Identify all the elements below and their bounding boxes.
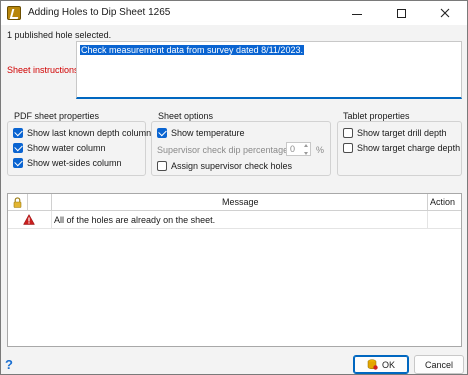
tablet-properties-title: Tablet properties — [343, 111, 410, 121]
sheet-instructions-text: Check measurement data from survey dated… — [80, 45, 304, 55]
checkbox-label: Show last known depth column — [27, 128, 152, 138]
supervisor-pct-value: 0 — [290, 144, 296, 154]
maximize-button[interactable] — [379, 1, 423, 25]
cancel-button[interactable]: Cancel — [414, 355, 464, 374]
checkbox-checked-icon — [13, 143, 23, 153]
minimize-icon — [352, 13, 362, 15]
column-header-action[interactable]: Action — [430, 197, 455, 207]
checkbox-checked-icon — [13, 128, 23, 138]
checkbox-label: Show wet-sides column — [27, 158, 122, 168]
checkbox-checked-icon — [13, 158, 23, 168]
checkbox-unchecked-icon — [343, 128, 353, 138]
assign-supervisor-checkbox[interactable]: Assign supervisor check holes — [157, 161, 292, 171]
warning-icon — [23, 214, 35, 225]
dialog-window: Adding Holes to Dip Sheet 1265 1 publish… — [0, 0, 468, 375]
show-last-known-depth-checkbox[interactable]: Show last known depth column — [13, 128, 151, 138]
minimize-button[interactable] — [335, 1, 379, 25]
show-target-charge-depth-checkbox[interactable]: Show target charge depth — [343, 143, 460, 153]
spin-arrows-icon[interactable] — [302, 144, 309, 155]
checkbox-unchecked-icon — [157, 161, 167, 171]
show-water-column-checkbox[interactable]: Show water column — [13, 143, 106, 153]
message-cell: All of the holes are already on the shee… — [54, 215, 216, 225]
window-title: Adding Holes to Dip Sheet 1265 — [28, 7, 171, 18]
ok-button[interactable]: OK — [353, 355, 409, 374]
sheet-instructions-input[interactable]: Check measurement data from survey dated… — [76, 41, 462, 99]
close-button[interactable] — [423, 1, 467, 25]
close-icon — [440, 8, 450, 18]
cancel-label: Cancel — [424, 359, 453, 370]
selection-status: 1 published hole selected. — [7, 30, 112, 40]
column-header-message[interactable]: Message — [222, 197, 259, 207]
show-target-drill-depth-checkbox[interactable]: Show target drill depth — [343, 128, 447, 138]
show-temperature-checkbox[interactable]: Show temperature — [157, 128, 245, 138]
supervisor-pct-label: Supervisor check dip percentage — [157, 145, 289, 155]
dip-sheet-app-icon — [7, 6, 21, 20]
show-wet-sides-checkbox[interactable]: Show wet-sides column — [13, 158, 122, 168]
checkbox-unchecked-icon — [343, 143, 353, 153]
table-row[interactable]: All of the holes are already on the shee… — [8, 211, 461, 229]
help-icon[interactable]: ? — [5, 358, 17, 371]
database-icon — [367, 359, 378, 370]
pdf-properties-title: PDF sheet properties — [14, 111, 100, 121]
sheet-options-title: Sheet options — [158, 111, 214, 121]
ok-label: OK — [381, 359, 395, 370]
lock-icon — [13, 197, 22, 208]
maximize-icon — [396, 8, 406, 18]
checkbox-label: Show water column — [27, 143, 106, 153]
percent-unit: % — [316, 145, 325, 155]
supervisor-pct-stepper[interactable]: 0 — [286, 142, 311, 156]
message-grid[interactable]: Message Action All of the holes are alre… — [7, 193, 462, 347]
grid-header: Message Action — [8, 194, 461, 211]
title-bar[interactable]: Adding Holes to Dip Sheet 1265 — [1, 1, 467, 25]
checkbox-label: Assign supervisor check holes — [171, 161, 293, 171]
checkbox-checked-icon — [157, 128, 167, 138]
sheet-instructions-label: Sheet instructions — [7, 65, 79, 75]
checkbox-label: Show target drill depth — [357, 128, 447, 138]
checkbox-label: Show temperature — [171, 128, 245, 138]
checkbox-label: Show target charge depth — [357, 143, 461, 153]
